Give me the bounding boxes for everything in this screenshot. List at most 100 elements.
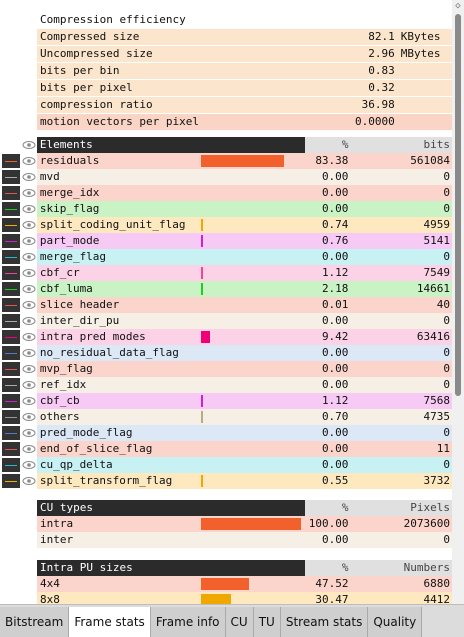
line-style-swatch[interactable] [2, 458, 20, 472]
eye-icon[interactable] [22, 460, 36, 470]
eye-icon[interactable] [22, 156, 36, 166]
cu-types-header-pct[interactable]: % [304, 500, 352, 516]
eye-icon[interactable] [22, 316, 36, 326]
table-row[interactable]: merge_flag 0.00 0 [0, 249, 452, 265]
table-row[interactable]: mvp_flag 0.00 0 [0, 361, 452, 377]
table-row[interactable]: 4x4 47.52 6880 [37, 576, 452, 592]
row-visibility-cell [0, 377, 37, 393]
row-visibility-cell [0, 313, 37, 329]
line-style-swatch[interactable] [2, 202, 20, 216]
row-bar-cell [199, 281, 305, 297]
tab-quality[interactable]: Quality [368, 607, 423, 637]
eye-icon[interactable] [22, 444, 36, 454]
line-style-swatch[interactable] [2, 442, 20, 456]
elements-header-bits[interactable]: bits [351, 137, 452, 153]
line-style-swatch[interactable] [2, 394, 20, 408]
line-style-swatch[interactable] [2, 314, 20, 328]
row-percent: 2.18 [304, 281, 352, 297]
eye-icon[interactable] [22, 348, 36, 358]
table-row[interactable]: skip_flag 0.00 0 [0, 201, 452, 217]
row-name: intra pred modes [36, 329, 200, 345]
eye-icon[interactable] [22, 204, 36, 214]
line-sample [5, 385, 17, 386]
line-style-swatch[interactable] [2, 410, 20, 424]
eye-icon[interactable] [22, 268, 36, 278]
table-row[interactable]: intra 100.00 2073600 [37, 516, 452, 532]
scroll-up-icon[interactable]: ◇ [452, 0, 464, 12]
tab-frame-stats[interactable]: Frame stats [69, 607, 151, 637]
row-percent: 0.00 [304, 185, 352, 201]
line-style-swatch[interactable] [2, 362, 20, 376]
tab-bitstream[interactable]: Bitstream [0, 607, 70, 637]
eye-icon[interactable] [22, 220, 36, 230]
line-style-swatch[interactable] [2, 154, 20, 168]
eye-icon[interactable] [22, 412, 36, 422]
scrollbar-thumb[interactable] [455, 14, 461, 396]
tab-cu[interactable]: CU [225, 607, 254, 637]
eye-icon[interactable] [22, 252, 36, 262]
line-style-swatch[interactable] [2, 266, 20, 280]
cu-types-header-name[interactable]: CU types [37, 500, 200, 516]
table-row[interactable]: split_coding_unit_flag 0.74 4959 [0, 217, 452, 233]
table-row[interactable]: part_mode 0.76 5141 [0, 233, 452, 249]
line-style-swatch[interactable] [2, 330, 20, 344]
table-row[interactable]: inter_dir_pu 0.00 0 [0, 313, 452, 329]
table-row[interactable]: end_of_slice_flag 0.00 11 [0, 441, 452, 457]
eye-icon[interactable] [22, 476, 36, 486]
eye-icon[interactable] [22, 380, 36, 390]
line-style-swatch[interactable] [2, 234, 20, 248]
line-style-swatch[interactable] [2, 346, 20, 360]
table-row[interactable]: cbf_cr 1.12 7549 [0, 265, 452, 281]
elements-header-name[interactable]: Elements [36, 137, 200, 153]
table-row[interactable]: inter 0.00 0 [37, 532, 452, 548]
line-style-swatch[interactable] [2, 426, 20, 440]
intra-pu-header-name[interactable]: Intra PU sizes [37, 560, 200, 576]
intra-pu-header-pct[interactable]: % [304, 560, 352, 576]
eye-icon[interactable] [22, 236, 36, 246]
compression-unit: MBytes [400, 47, 441, 60]
table-row[interactable]: mvd 0.00 0 [0, 169, 452, 185]
compression-unit [399, 114, 452, 130]
table-row[interactable]: cu_qp_delta 0.00 0 [0, 457, 452, 473]
compression-title: Compression efficiency [40, 13, 186, 26]
line-style-swatch[interactable] [2, 282, 20, 296]
line-style-swatch[interactable] [2, 218, 20, 232]
eye-icon[interactable] [22, 332, 36, 342]
vertical-scrollbar[interactable]: ◇ [452, 0, 464, 604]
table-row[interactable]: ref_idx 0.00 0 [0, 377, 452, 393]
table-row[interactable]: cbf_cb 1.12 7568 [0, 393, 452, 409]
eye-icon[interactable] [22, 172, 36, 182]
row-percent: 0.00 [304, 249, 352, 265]
eye-icon[interactable] [22, 300, 36, 310]
table-row[interactable]: intra pred modes 9.42 63416 [0, 329, 452, 345]
line-style-swatch[interactable] [2, 186, 20, 200]
eye-icon[interactable] [22, 140, 36, 150]
tab-tu[interactable]: TU [253, 607, 281, 637]
row-percent: 83.38 [304, 153, 352, 169]
table-row[interactable]: others 0.70 4735 [0, 409, 452, 425]
elements-header-pct[interactable]: % [304, 137, 352, 153]
line-style-swatch[interactable] [2, 170, 20, 184]
table-row[interactable]: split_transform_flag 0.55 3732 [0, 473, 452, 489]
table-row[interactable]: pred_mode_flag 0.00 0 [0, 425, 452, 441]
line-style-swatch[interactable] [2, 474, 20, 488]
eye-icon[interactable] [22, 396, 36, 406]
table-row[interactable]: merge_idx 0.00 0 [0, 185, 452, 201]
intra-pu-header-numbers[interactable]: Numbers [351, 560, 452, 576]
line-style-swatch[interactable] [2, 250, 20, 264]
line-style-swatch[interactable] [2, 378, 20, 392]
table-row[interactable]: no_residual_data_flag 0.00 0 [0, 345, 452, 361]
header-eye-cell [0, 137, 37, 153]
table-row[interactable]: cbf_luma 2.18 14661 [0, 281, 452, 297]
table-row[interactable]: slice header 0.01 40 [0, 297, 452, 313]
compression-row: Uncompressed size 2.96 MBytes [37, 45, 452, 62]
line-style-swatch[interactable] [2, 298, 20, 312]
table-row[interactable]: residuals 83.38 561084 [0, 153, 452, 169]
eye-icon[interactable] [22, 428, 36, 438]
tab-frame-info[interactable]: Frame info [150, 607, 226, 637]
eye-icon[interactable] [22, 188, 36, 198]
eye-icon[interactable] [22, 364, 36, 374]
tab-stream-stats[interactable]: Stream stats [280, 607, 369, 637]
cu-types-header-pixels[interactable]: Pixels [351, 500, 452, 516]
eye-icon[interactable] [22, 284, 36, 294]
